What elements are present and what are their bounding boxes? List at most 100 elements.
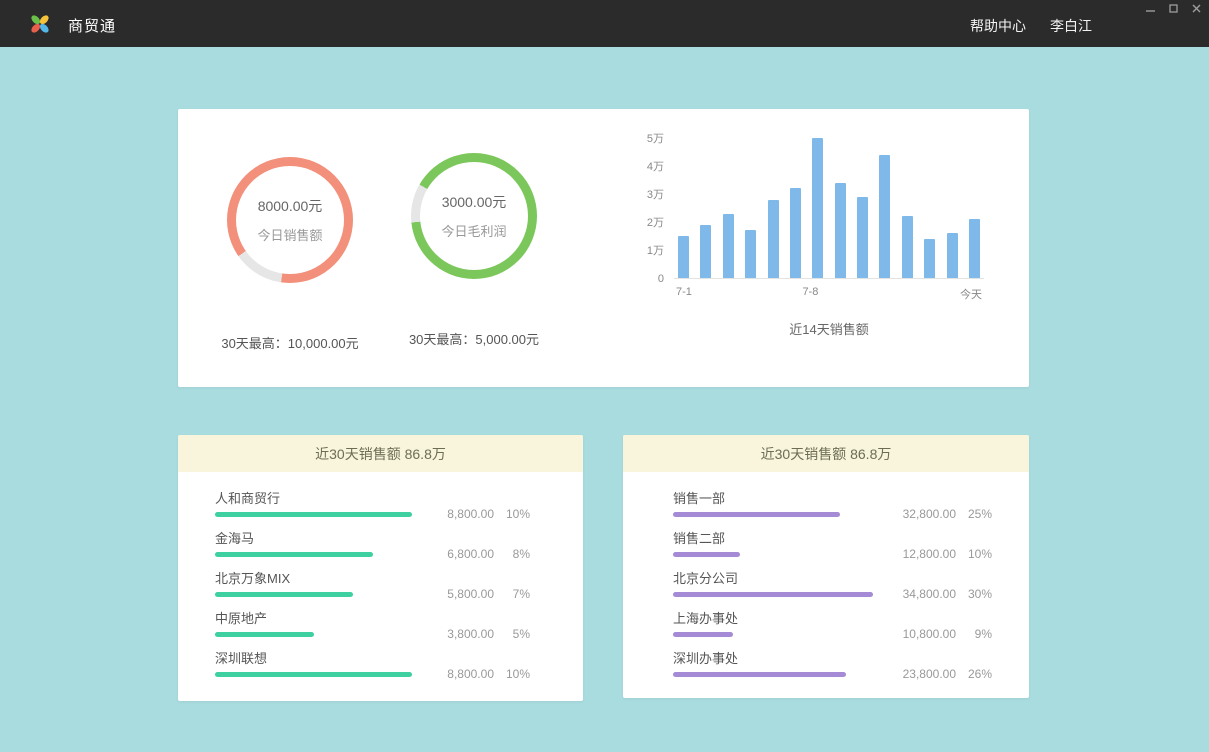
row-value: 6,800.00 [422,547,494,561]
list-item: 销售二部12,800.0010% [673,525,992,565]
row-name: 深圳办事处 [673,651,992,666]
row-figures: 8,800.0010% [422,665,530,683]
department-rows: 销售一部32,800.0025%销售二部12,800.0010%北京分公司34,… [623,472,1029,685]
list-item: 深圳办事处23,800.0026% [673,645,992,685]
x-tick-label: 7-8 [802,286,818,298]
row-percent: 10% [956,547,992,561]
titlebar: 商贸通 帮助中心 李白江 [0,0,1209,47]
department-sales-panel: 近30天销售额 86.8万 销售一部32,800.0025%销售二部12,800… [623,435,1029,698]
row-percent: 10% [494,667,530,681]
bar [790,188,801,278]
user-menu[interactable]: 李白江 [1050,16,1092,36]
progress-bar [673,672,873,677]
progress-bar [673,512,873,517]
y-tick-label: 5万 [647,133,664,145]
y-tick-label: 3万 [647,189,664,201]
progress-bar-fill [215,672,412,677]
ring-value: 3000.00元 [442,192,507,212]
close-icon[interactable] [1190,3,1202,13]
bar [700,225,711,278]
list-item: 北京分公司34,800.0030% [673,565,992,605]
progress-bar-fill [215,632,314,637]
progress-bar-fill [673,552,740,557]
donut-ring: 3000.00元 今日毛利润 [411,153,537,279]
bar [678,236,689,278]
panel-title: 近30天销售额 86.8万 [178,435,583,472]
row-name: 销售一部 [673,491,992,506]
bar [745,230,756,278]
row-figures: 10,800.009% [884,625,992,643]
maximize-icon[interactable] [1167,3,1179,13]
row-figures: 12,800.0010% [884,545,992,563]
row-name: 金海马 [215,531,530,546]
y-axis: 5万4万3万2万1万0 [640,139,674,279]
bar [812,138,823,278]
list-item: 金海马6,800.008% [215,525,530,565]
row-value: 8,800.00 [422,507,494,521]
row-value: 12,800.00 [884,547,956,561]
ring-footnote: 30天最高：5,000.00元 [386,329,562,348]
row-percent: 25% [956,507,992,521]
progress-bar [215,552,412,557]
progress-bar-fill [215,512,412,517]
help-center-link[interactable]: 帮助中心 [970,16,1026,36]
progress-bar [673,552,873,557]
progress-bar-fill [215,552,373,557]
list-item: 人和商贸行8,800.0010% [215,485,530,525]
progress-bar [215,672,412,677]
row-figures: 8,800.0010% [422,505,530,523]
bar [723,214,734,278]
y-tick-label: 2万 [647,217,664,229]
row-value: 32,800.00 [884,507,956,521]
bar [879,155,890,278]
donut-ring: 8000.00元 今日销售额 [227,157,353,283]
x-tick-label: 今天 [960,286,982,302]
row-percent: 7% [494,587,530,601]
row-name: 北京分公司 [673,571,992,586]
row-percent: 9% [956,627,992,641]
overview-card: 8000.00元 今日销售额 30天最高：10,000.00元 3000.00元… [178,109,1029,387]
bar [947,233,958,278]
y-tick-label: 0 [658,273,664,285]
progress-bar-fill [673,672,846,677]
list-item: 深圳联想8,800.0010% [215,645,530,685]
row-figures: 34,800.0030% [884,585,992,603]
row-percent: 8% [494,547,530,561]
row-name: 深圳联想 [215,651,530,666]
row-value: 3,800.00 [422,627,494,641]
row-name: 销售二部 [673,531,992,546]
row-name: 人和商贸行 [215,491,530,506]
progress-bar [673,632,873,637]
row-percent: 26% [956,667,992,681]
row-value: 5,800.00 [422,587,494,601]
row-percent: 5% [494,627,530,641]
row-figures: 6,800.008% [422,545,530,563]
row-value: 8,800.00 [422,667,494,681]
progress-bar [215,592,412,597]
minimize-icon[interactable] [1144,3,1156,13]
bar [768,200,779,278]
row-name: 北京万象MIX [215,571,530,586]
progress-bar-fill [673,592,873,597]
list-item: 北京万象MIX5,800.007% [215,565,530,605]
progress-bar-fill [673,632,733,637]
progress-bar [215,632,412,637]
row-figures: 32,800.0025% [884,505,992,523]
ring-label: 今日毛利润 [441,221,506,240]
bar [924,239,935,278]
row-value: 23,800.00 [884,667,956,681]
chart-caption: 近14天销售额 [674,319,984,338]
x-axis: 7-17-8今天 [674,279,984,297]
bar [902,216,913,278]
bar [835,183,846,278]
x-tick-label: 7-1 [676,286,692,298]
window-controls [1144,3,1202,13]
list-item: 中原地产3,800.005% [215,605,530,645]
row-name: 中原地产 [215,611,530,626]
sales-bar-plot [674,139,984,279]
list-item: 销售一部32,800.0025% [673,485,992,525]
bar [969,219,980,278]
y-tick-label: 1万 [647,245,664,257]
panel-title: 近30天销售额 86.8万 [623,435,1029,472]
list-item: 上海办事处10,800.009% [673,605,992,645]
